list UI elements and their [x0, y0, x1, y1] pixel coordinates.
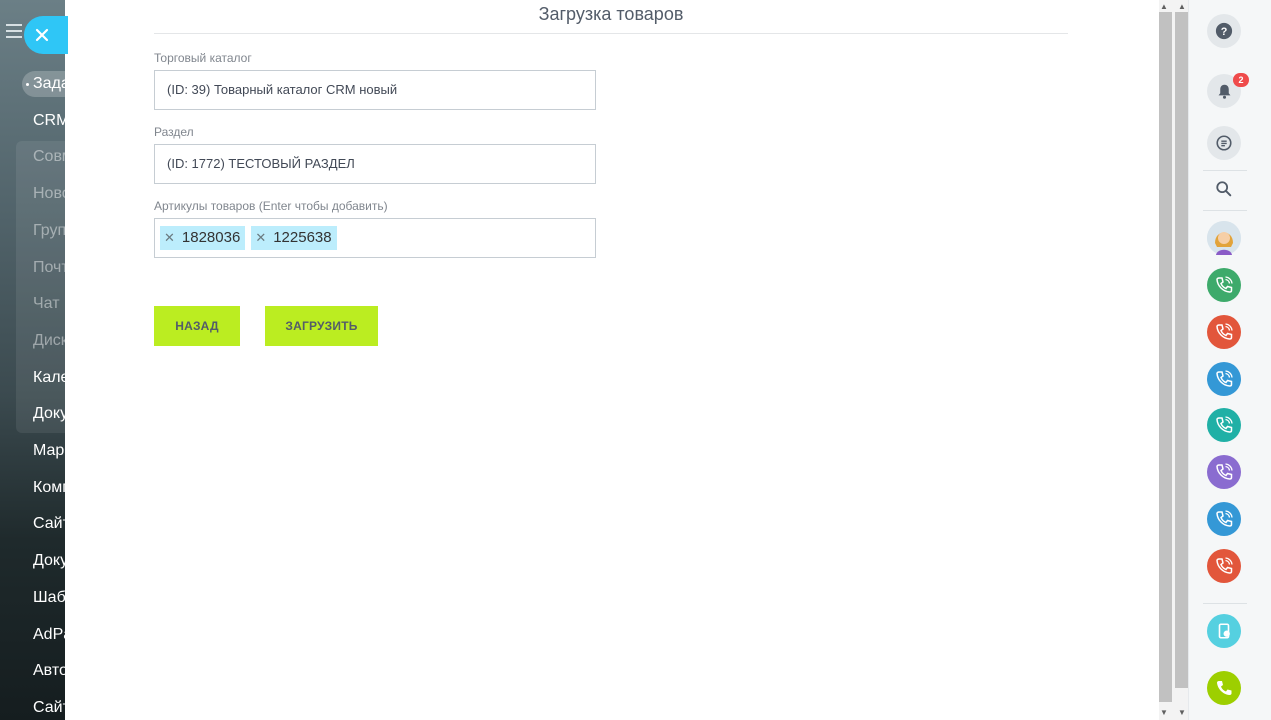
scroll-up-arrow-icon[interactable]: ▲ [1160, 2, 1168, 11]
recent-call-icon[interactable] [1207, 361, 1241, 396]
section-select[interactable]: (ID: 1772) ТЕСТОВЫЙ РАЗДЕЛ [154, 144, 596, 184]
sidebar-item[interactable]: Автоматизация [33, 662, 65, 680]
sidebar-item[interactable]: Шаблоны [33, 589, 65, 607]
separator [1203, 210, 1247, 211]
scroll-thumb[interactable] [1175, 12, 1188, 688]
search-icon[interactable] [1207, 172, 1241, 206]
scroll-down-arrow-icon[interactable]: ▼ [1160, 708, 1168, 717]
recent-call-icon[interactable] [1207, 408, 1241, 443]
recent-call-icon[interactable] [1207, 268, 1241, 302]
upload-button[interactable]: Загрузить [265, 306, 378, 346]
sidebar-item[interactable]: Новости [33, 185, 65, 203]
recent-call-icon[interactable] [1207, 502, 1241, 536]
article-tag-value: 1828036 [181, 229, 241, 246]
menu-icon[interactable] [6, 24, 22, 38]
mobile-app-icon[interactable] [1207, 614, 1241, 648]
sidebar-item[interactable]: Сайты [33, 515, 65, 533]
remove-tag-icon[interactable]: ✕ [255, 226, 266, 250]
separator [1203, 170, 1247, 171]
articles-tag-input[interactable]: ✕ 1828036 ✕ 1225638 [154, 218, 596, 258]
sidebar-item[interactable]: Почта [33, 259, 65, 277]
scroll-thumb[interactable] [1159, 12, 1172, 702]
scrollbar[interactable]: ▲ ▲ ▼ ▼ [1158, 0, 1188, 720]
notification-count-badge: 2 [1233, 73, 1249, 87]
help-icon[interactable]: ? [1207, 14, 1241, 48]
sidebar-item[interactable]: Сайты и магазины [33, 699, 65, 717]
sidebar-item[interactable]: Компания [33, 479, 65, 497]
phone-icon[interactable] [1207, 671, 1241, 705]
sidebar-item[interactable]: Документы [33, 405, 65, 423]
sidebar-item[interactable]: Календарь [33, 369, 65, 387]
sidebar-item[interactable]: Совместная работа [33, 148, 65, 166]
articles-label: Артикулы товаров (Enter чтобы добавить) [154, 199, 388, 213]
left-sidebar: Задачи и Проекты CRM Совместная работа Ново… [0, 0, 65, 720]
separator [1203, 603, 1247, 604]
right-toolbar: ? 2 [1188, 0, 1271, 720]
close-slider-button[interactable] [24, 16, 68, 54]
sidebar-item[interactable]: Маркетинг [33, 442, 65, 460]
section-label: Раздел [154, 125, 194, 139]
catalog-select[interactable]: (ID: 39) Товарный каталог CRM новый [154, 70, 596, 110]
sidebar-item[interactable]: CRM [33, 112, 65, 130]
sidebar-item[interactable]: AdPanel [33, 626, 65, 644]
svg-text:?: ? [1221, 26, 1228, 38]
active-dot-icon [26, 83, 29, 86]
upload-products-panel: Загрузка товаров Торговый каталог (ID: 3… [65, 0, 1158, 720]
sidebar-item[interactable]: Документы [33, 552, 65, 570]
article-tag: ✕ 1225638 [251, 226, 337, 250]
chat-list-icon[interactable] [1207, 126, 1241, 160]
remove-tag-icon[interactable]: ✕ [164, 226, 175, 250]
close-icon [35, 28, 49, 42]
article-tag-value: 1225638 [273, 229, 332, 246]
recent-call-icon[interactable] [1207, 314, 1241, 349]
sidebar-item[interactable]: Диск [33, 332, 65, 350]
scroll-down-arrow-icon[interactable]: ▼ [1178, 708, 1186, 717]
sidebar-item[interactable]: Группы [33, 222, 65, 240]
recent-call-icon[interactable] [1207, 455, 1241, 490]
scroll-up-arrow-icon[interactable]: ▲ [1178, 2, 1186, 11]
sidebar-item[interactable]: Чат и звонки [33, 295, 65, 313]
back-button[interactable]: Назад [154, 306, 240, 346]
catalog-label: Торговый каталог [154, 51, 252, 65]
avatar[interactable] [1207, 221, 1241, 255]
article-tag: ✕ 1828036 [160, 226, 246, 250]
sidebar-item[interactable]: Задачи и Проекты [33, 75, 65, 93]
page-title: Загрузка товаров [154, 0, 1068, 34]
recent-call-icon[interactable] [1207, 548, 1241, 583]
